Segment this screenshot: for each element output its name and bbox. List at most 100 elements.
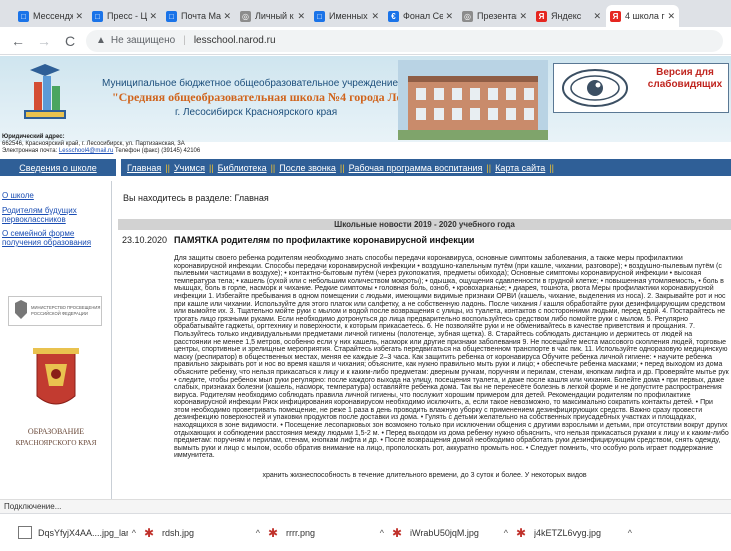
browser-tab[interactable]: € Фонал Се ✕	[384, 5, 457, 27]
tab-close-icon[interactable]: ✕	[445, 11, 453, 22]
ministry-banner[interactable]: МИНИСТЕРСТВО ПРОСВЕЩЕНИЯ РОССИЙСКОЙ ФЕДЕ…	[8, 296, 102, 326]
svg-text:ОБРАЗОВАНИЕ: ОБРАЗОВАНИЕ	[28, 427, 84, 436]
svg-text:МИНИСТЕРСТВО ПРОСВЕЩЕНИЯ: МИНИСТЕРСТВО ПРОСВЕЩЕНИЯ	[31, 305, 100, 310]
image-file-icon: ✱	[143, 525, 155, 540]
nav-link[interactable]: Учимся	[174, 163, 205, 173]
back-icon[interactable]: ←	[8, 33, 28, 49]
browser-toolbar: ← → C ▲ Не защищено | lesschool.narod.ru	[0, 27, 731, 55]
news-title: ПАМЯТКА родителям по профилактике корона…	[174, 235, 475, 245]
status-bar: Подключение...	[0, 499, 731, 513]
tab-favicon-icon: □	[92, 10, 103, 22]
nav-link[interactable]: После звонка	[279, 163, 336, 173]
tab-favicon-icon: ◎	[462, 10, 473, 22]
tab-close-icon[interactable]: ✕	[75, 11, 83, 22]
download-filename[interactable]: rdsh.jpg	[162, 528, 252, 538]
tab-label[interactable]: Яндекс	[551, 11, 591, 21]
main-nav: Сведения о школе Главная || Учимся || Библио…	[0, 159, 731, 176]
school-logo-icon	[24, 64, 66, 119]
browser-tab[interactable]: Я 4 школа г ✕	[606, 5, 679, 27]
contacts-address: 662546, Красноярский край, г. Лесосибирс…	[2, 141, 185, 147]
download-item[interactable]: ✱ rrrr.png ^	[266, 520, 384, 546]
download-filename[interactable]: iWrabU50jqM.jpg	[410, 528, 500, 538]
news-section-header: Школьные новости 2019 - 2020 учебного го…	[118, 219, 731, 230]
sidebar-link-first-graders[interactable]: Родителям будущих первоклассников	[2, 206, 102, 224]
download-filename[interactable]: rrrr.png	[286, 528, 376, 538]
krasnoyarsk-emblem-icon: ОБРАЗОВАНИЕ КРАСНОЯРСКОГО КРАЯ	[16, 348, 97, 447]
tab-close-icon[interactable]: ✕	[297, 11, 305, 22]
download-item[interactable]: ✱ iWrabU50jqM.jpg ^	[390, 520, 508, 546]
tab-label[interactable]: Презентац	[477, 11, 517, 21]
eye-icon[interactable]	[560, 66, 630, 110]
tab-label[interactable]: 4 школа г	[625, 11, 665, 21]
tab-close-icon[interactable]: ✕	[371, 11, 379, 22]
nav-link[interactable]: Библиотека	[218, 163, 267, 173]
tab-label[interactable]: Личный к	[255, 11, 295, 21]
browser-tab[interactable]: □ Именных ✕	[310, 5, 383, 27]
school-building-image	[398, 60, 548, 140]
tab-label[interactable]: Пресс - Ц	[107, 11, 147, 21]
nav-link[interactable]: Карта сайта	[495, 163, 545, 173]
tab-label[interactable]: Мессендж	[33, 11, 73, 21]
download-item[interactable]: DqsYfyjX4AA....jpg_large ^	[18, 520, 136, 546]
nav-separator: ||	[486, 162, 492, 173]
url-text[interactable]: lesschool.narod.ru	[194, 35, 276, 46]
tab-close-icon[interactable]: ✕	[667, 11, 675, 22]
warning-icon[interactable]: ▲	[96, 35, 106, 46]
nav-separator: ||	[208, 162, 214, 173]
tab-label[interactable]: Почта Ma	[181, 11, 221, 21]
news-body: Для защиты своего ребенка родителям необ…	[174, 255, 729, 460]
download-filename[interactable]: j4kETZL6vyg.jpg	[534, 528, 624, 538]
address-divider: |	[183, 35, 186, 46]
reload-icon[interactable]: C	[60, 33, 80, 49]
krasnoyarsk-education-banner[interactable]: ОБРАЗОВАНИЕ КРАСНОЯРСКОГО КРАЯ	[5, 346, 107, 464]
low-vision-label[interactable]: Версия для слабовидящих	[644, 67, 726, 91]
nav-about-school-label[interactable]: Сведения о школе	[19, 163, 96, 173]
chevron-up-icon[interactable]: ^	[628, 528, 632, 538]
page-viewport: Муниципальное бюджетное общеобразователь…	[0, 56, 731, 499]
tab-close-icon[interactable]: ✕	[223, 11, 231, 22]
tab-close-icon[interactable]: ✕	[519, 11, 527, 22]
nav-link[interactable]: Рабочая программа воспитания	[349, 163, 483, 173]
image-file-icon: ✱	[267, 525, 279, 540]
browser-tab[interactable]: ◎ Презентац ✕	[458, 5, 531, 27]
chevron-up-icon[interactable]: ^	[380, 528, 384, 538]
nav-separator: ||	[270, 162, 276, 173]
image-file-icon: ✱	[515, 525, 527, 540]
tab-favicon-icon: □	[18, 10, 29, 22]
tab-favicon-icon: ◎	[240, 10, 251, 22]
browser-tab[interactable]: □ Мессендж ✕	[14, 5, 87, 27]
sidebar-link-about[interactable]: О школе	[2, 191, 106, 200]
download-filename[interactable]: DqsYfyjX4AA....jpg_large	[38, 528, 128, 538]
download-item[interactable]: ✱ rdsh.jpg ^	[142, 520, 260, 546]
tab-close-icon[interactable]: ✕	[593, 11, 601, 22]
email-link[interactable]: Lesschool4@mail.ru	[59, 148, 113, 154]
tab-favicon-icon: Я	[536, 10, 547, 22]
tab-label[interactable]: Именных	[329, 11, 369, 21]
tab-favicon-icon: Я	[610, 10, 621, 22]
download-item[interactable]: ✱ j4kETZL6vyg.jpg ^	[514, 520, 632, 546]
tab-label[interactable]: Фонал Се	[403, 11, 443, 21]
browser-tab[interactable]: Я Яндекс ✕	[532, 5, 605, 27]
tab-close-icon[interactable]: ✕	[149, 11, 157, 22]
nav-about-school[interactable]: Сведения о школе	[0, 159, 116, 176]
sidebar-link-family-education[interactable]: О семейной форме получения образования	[2, 229, 106, 247]
chevron-up-icon[interactable]: ^	[504, 528, 508, 538]
browser-tab[interactable]: □ Пресс - Ц ✕	[88, 5, 161, 27]
nav-link[interactable]: Главная	[127, 163, 161, 173]
browser-tab[interactable]: ◎ Личный к ✕	[236, 5, 309, 27]
downloads-bar: DqsYfyjX4AA....jpg_large ^ ✱ rdsh.jpg ^ ✱ rrrr…	[0, 513, 731, 551]
chevron-up-icon[interactable]: ^	[132, 528, 136, 538]
news-footer-text: хранить жизнеспособность в течение длите…	[262, 472, 587, 479]
contacts-title: Юридический адрес:	[2, 134, 65, 140]
not-secure-label[interactable]: Не защищено	[111, 35, 175, 46]
phone-label: Телефон (факс) (39145) 42106	[115, 148, 201, 154]
contacts-email-line: Электронная почта: Lesschool4@mail.ru Те…	[2, 148, 200, 155]
svg-text:РОССИЙСКОЙ ФЕДЕРАЦИИ: РОССИЙСКОЙ ФЕДЕРАЦИИ	[31, 311, 88, 316]
file-icon	[18, 526, 32, 539]
tab-favicon-icon: €	[388, 10, 399, 22]
contacts-block: Юридический адрес: 662546, Красноярский …	[2, 134, 200, 155]
chevron-up-icon[interactable]: ^	[256, 528, 260, 538]
address-bar[interactable]: ▲ Не защищено | lesschool.narod.ru	[86, 29, 723, 52]
browser-tab[interactable]: □ Почта Ma ✕	[162, 5, 235, 27]
forward-icon[interactable]: →	[34, 33, 54, 49]
